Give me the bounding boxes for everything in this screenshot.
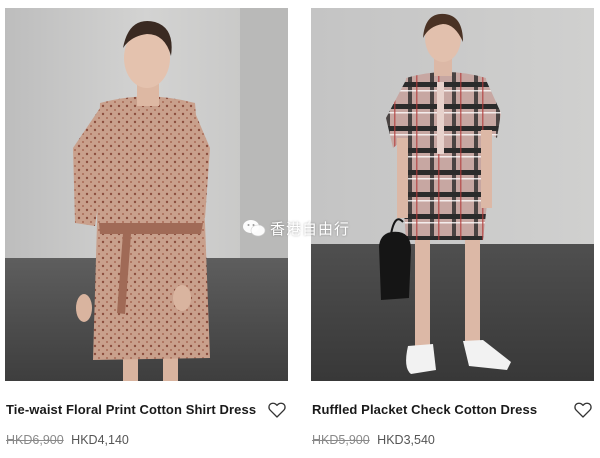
- product-title[interactable]: Tie-waist Floral Print Cotton Shirt Dres…: [6, 402, 256, 417]
- heart-outline-icon[interactable]: [268, 402, 286, 418]
- sale-price: HKD4,140: [71, 433, 129, 447]
- product-image-1[interactable]: [5, 8, 288, 381]
- price-row: HKD5,900 HKD3,540: [312, 433, 435, 447]
- product-photo-floral-dress: [5, 8, 288, 381]
- wechat-icon: [243, 220, 266, 237]
- product-card-2[interactable]: Ruffled Placket Check Cotton Dress HKD5,…: [311, 0, 594, 458]
- heart-outline-icon[interactable]: [574, 402, 592, 418]
- wishlist-heart-icon: [574, 402, 592, 418]
- original-price: HKD6,900: [6, 433, 64, 447]
- price-row: HKD6,900 HKD4,140: [6, 433, 129, 447]
- sale-price: HKD3,540: [377, 433, 435, 447]
- watermark-text: 香港自由行: [270, 219, 351, 238]
- wishlist-heart-icon: [268, 402, 286, 418]
- original-price: HKD5,900: [312, 433, 370, 447]
- product-image-2[interactable]: [311, 8, 594, 381]
- product-title[interactable]: Ruffled Placket Check Cotton Dress: [312, 402, 562, 417]
- product-photo-check-dress: [311, 8, 594, 381]
- watermark: 香港自由行: [242, 217, 350, 239]
